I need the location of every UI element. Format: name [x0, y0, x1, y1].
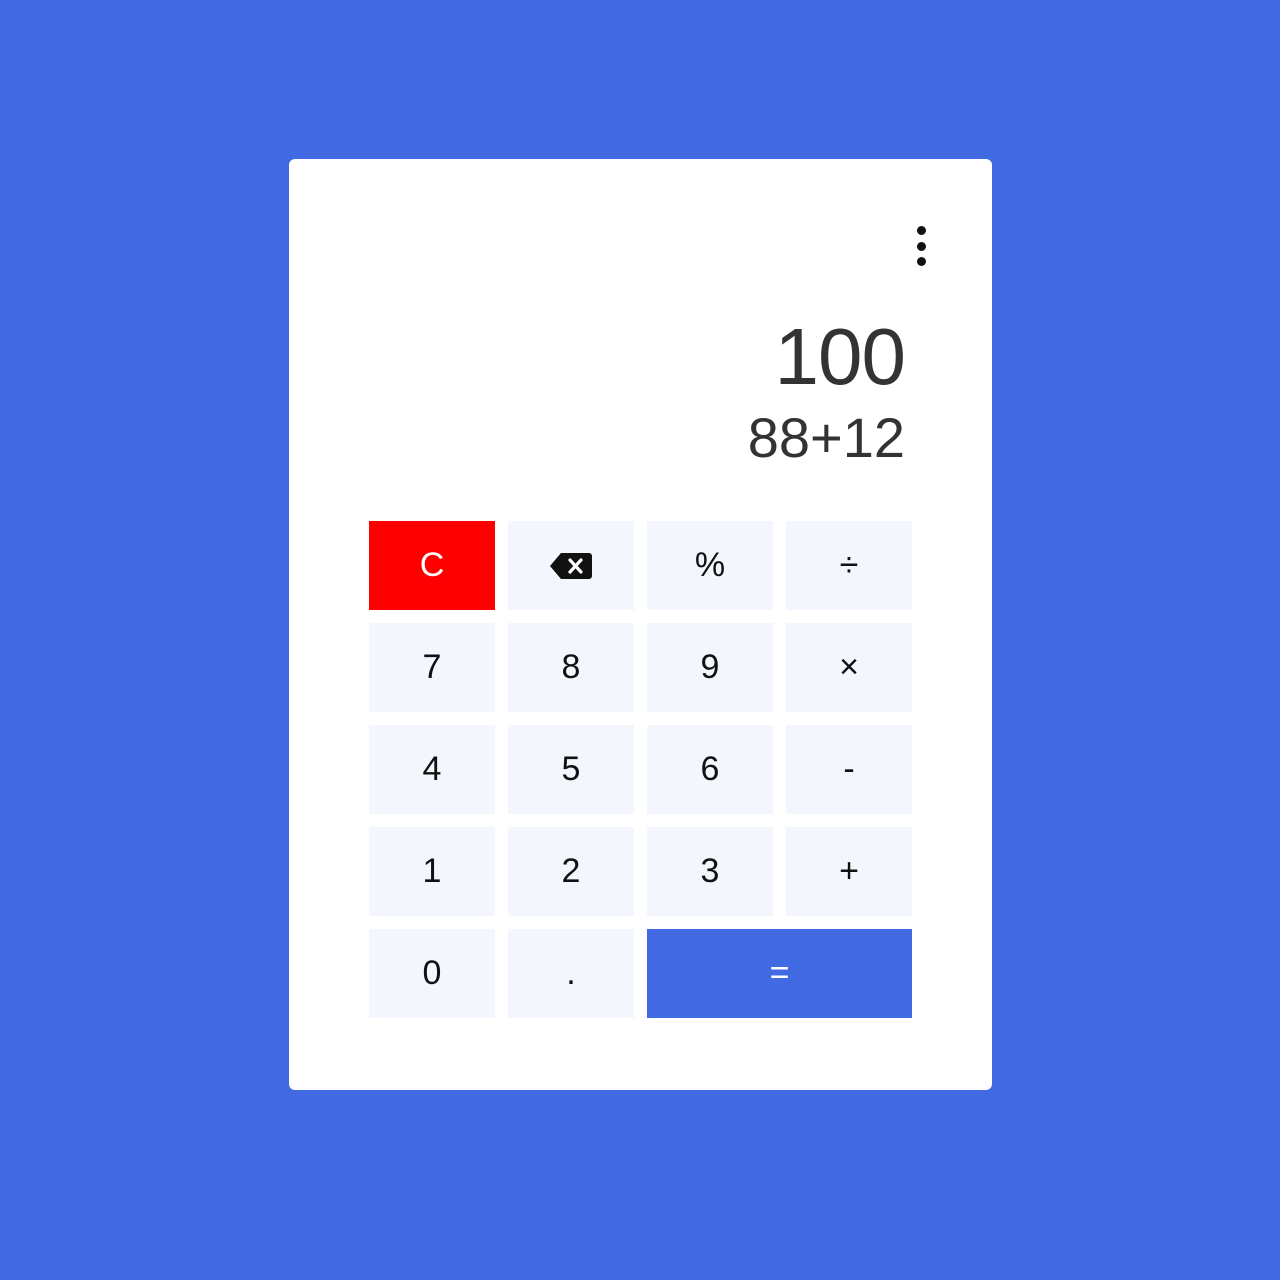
backspace-icon [550, 552, 592, 579]
digit-5-button[interactable]: 5 [508, 725, 634, 814]
digit-0-button[interactable]: 0 [369, 929, 495, 1018]
digit-2-button[interactable]: 2 [508, 827, 634, 916]
digit-7-button[interactable]: 7 [369, 623, 495, 712]
digit-4-button[interactable]: 4 [369, 725, 495, 814]
clear-button[interactable]: C [369, 521, 495, 610]
keypad: C % ÷ 7 8 9 × 4 5 6 - 1 2 3 + 0 . = [369, 521, 912, 1018]
result-display: 100 [774, 312, 906, 401]
digit-9-button[interactable]: 9 [647, 623, 773, 712]
divide-button[interactable]: ÷ [786, 521, 912, 610]
digit-8-button[interactable]: 8 [508, 623, 634, 712]
multiply-button[interactable]: × [786, 623, 912, 712]
calculator-card: 100 88+12 C % ÷ 7 8 9 × 4 5 6 - 1 2 3 + … [289, 159, 992, 1090]
more-options-icon[interactable] [907, 223, 935, 269]
subtract-button[interactable]: - [786, 725, 912, 814]
decimal-button[interactable]: . [508, 929, 634, 1018]
menu-dot [916, 257, 926, 266]
digit-6-button[interactable]: 6 [647, 725, 773, 814]
equals-button[interactable]: = [647, 929, 912, 1018]
expression-display: 88+12 [747, 406, 905, 469]
menu-dot [916, 226, 926, 235]
add-button[interactable]: + [786, 827, 912, 916]
percent-button[interactable]: % [647, 521, 773, 610]
backspace-button[interactable] [508, 521, 634, 610]
menu-dot [916, 241, 926, 251]
digit-1-button[interactable]: 1 [369, 827, 495, 916]
digit-3-button[interactable]: 3 [647, 827, 773, 916]
